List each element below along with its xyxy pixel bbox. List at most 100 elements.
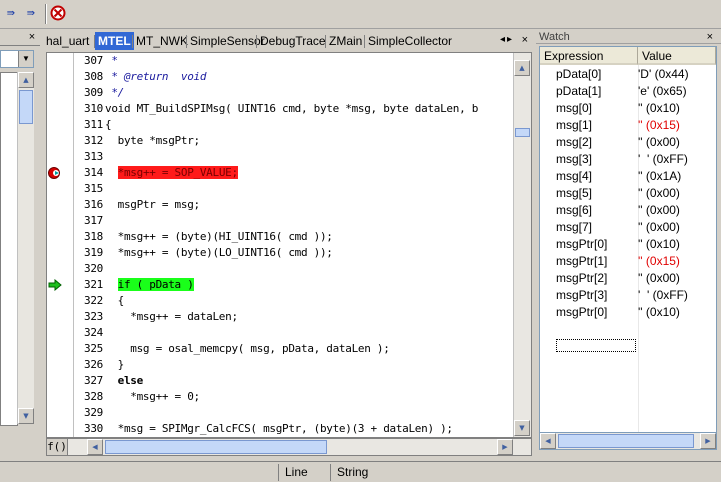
code-line[interactable]: 317	[73, 213, 105, 229]
watch-row[interactable]: msgPtr[2] '' (0x00)	[540, 270, 716, 287]
tab-mtel[interactable]: MTEL	[95, 32, 134, 50]
workspace-config-select[interactable]: ▼	[0, 50, 34, 68]
watch-expression[interactable]: msg[0]	[556, 101, 592, 115]
code-line[interactable]: 318 *msg++ = (byte)(HI_UINT16( cmd ));	[73, 229, 333, 245]
watch-expression[interactable]: msgPtr[0]	[556, 305, 607, 319]
watch-row[interactable]: msg[2] '' (0x00)	[540, 134, 716, 151]
code-line[interactable]: 330 *msg = SPIMgr_CalcFCS( msgPtr, (byte…	[73, 421, 453, 437]
editor-vertical-scrollbar[interactable]: ▲ ▼	[513, 53, 531, 437]
watch-expression[interactable]: msg[7]	[556, 220, 592, 234]
watch-expression[interactable]: pData[0]	[556, 67, 601, 81]
scroll-up-icon[interactable]: ▲	[18, 72, 34, 88]
code-line[interactable]: 324	[73, 325, 105, 341]
code-line[interactable]: 310 void MT_BuildSPIMsg( UINT16 cmd, byte…	[73, 101, 478, 117]
scroll-right-icon[interactable]: ▶	[497, 439, 513, 455]
code-line[interactable]: 320	[73, 261, 105, 277]
watch-row[interactable]: msgPtr[3] ' ' (0xFF)	[540, 287, 716, 304]
line-number: 317	[84, 214, 103, 227]
scroll-left-icon[interactable]: ◀	[540, 433, 556, 449]
watch-expression[interactable]: msg[6]	[556, 203, 592, 217]
run-to-cursor-icon[interactable]: ⇛	[20, 5, 40, 23]
workspace-tree[interactable]	[0, 72, 18, 426]
code-line[interactable]: 327 else	[73, 373, 143, 389]
scroll-thumb[interactable]	[19, 90, 33, 124]
scroll-left-icon[interactable]: ◀	[87, 439, 103, 455]
code-editor[interactable]: 307 * 308 * @return void 309 */310 void MT_…	[46, 52, 532, 438]
watch-expression[interactable]: pData[1]	[556, 84, 601, 98]
watch-expression[interactable]: msg[3]	[556, 152, 592, 166]
code-line[interactable]: 329	[73, 405, 105, 421]
code-line[interactable]: 311{	[73, 117, 112, 133]
code-line[interactable]: 309 */	[73, 85, 124, 101]
watch-grid[interactable]: Expression Value pData[0] 'D' (0x44) pData…	[539, 46, 717, 450]
tab-mt-nwk[interactable]: MT_NWK	[133, 33, 191, 49]
watch-expression[interactable]: msg[2]	[556, 135, 592, 149]
status-bar: Line String	[0, 461, 721, 482]
watch-row[interactable]: msgPtr[0] '' (0x10)	[540, 304, 716, 321]
code-line[interactable]: 314 *msg++ = SOP_VALUE;	[73, 165, 238, 181]
watch-column-expression[interactable]: Expression	[540, 47, 638, 65]
watch-row[interactable]: msg[7] '' (0x00)	[540, 219, 716, 236]
tab-scroll-arrows-icon[interactable]: ◂▸	[500, 34, 514, 45]
watch-expression[interactable]: msgPtr[0]	[556, 237, 607, 251]
watch-row[interactable]: msgPtr[0] '' (0x10)	[540, 236, 716, 253]
chevron-down-icon[interactable]: ▼	[18, 51, 33, 67]
editor-horizontal-scrollbar[interactable]: f() ◀ ▶	[46, 438, 532, 456]
scroll-right-icon[interactable]: ▶	[700, 433, 716, 449]
watch-row[interactable]: msg[1] '' (0x15)	[540, 117, 716, 134]
code-line[interactable]: 323 *msg++ = dataLen;	[73, 309, 238, 325]
code-text: }	[105, 358, 125, 371]
scroll-up-icon[interactable]: ▲	[514, 60, 530, 76]
scroll-thumb[interactable]	[558, 434, 694, 448]
code-line[interactable]: 328 *msg++ = 0;	[73, 389, 200, 405]
code-line[interactable]: 321 if ( pData )	[73, 277, 194, 293]
watch-row[interactable]: msgPtr[1] '' (0x15)	[540, 253, 716, 270]
tab-simplecollector[interactable]: SimpleCollector	[365, 33, 455, 49]
code-line[interactable]: 312 byte *msgPtr;	[73, 133, 200, 149]
watch-expression[interactable]: msg[1]	[556, 118, 592, 132]
watch-row[interactable]: msg[4] '' (0x1A)	[540, 168, 716, 185]
close-tab-icon[interactable]: ×	[522, 34, 528, 46]
function-list-button[interactable]: f()	[47, 439, 68, 455]
watch-expression[interactable]: msgPtr[3]	[556, 288, 607, 302]
watch-value: 'e' (0x65)	[638, 84, 687, 98]
tab-debugtrace[interactable]: DebugTrace	[257, 33, 329, 49]
watch-row[interactable]: pData[0] 'D' (0x44)	[540, 66, 716, 83]
tab-zmain[interactable]: ZMain	[326, 33, 365, 49]
tab-hal-uart[interactable]: hal_uart	[43, 33, 92, 49]
watch-row[interactable]: msg[5] '' (0x00)	[540, 185, 716, 202]
watch-row[interactable]: msg[3] ' ' (0xFF)	[540, 151, 716, 168]
editor-gutter[interactable]	[47, 53, 74, 437]
step-over-icon[interactable]: ⇛	[0, 5, 20, 23]
watch-expression[interactable]: msg[4]	[556, 169, 592, 183]
code-line[interactable]: 308 * @return void	[73, 69, 206, 85]
code-line[interactable]: 313	[73, 149, 105, 165]
code-line[interactable]: 322 {	[73, 293, 124, 309]
watch-expression[interactable]: msgPtr[1]	[556, 254, 607, 268]
code-line[interactable]: 319 *msg++ = (byte)(LO_UINT16( cmd ));	[73, 245, 333, 261]
watch-column-value[interactable]: Value	[638, 47, 716, 65]
code-line[interactable]: 315	[73, 181, 105, 197]
scroll-thumb[interactable]	[105, 440, 327, 454]
code-line[interactable]: 316 msgPtr = msg;	[73, 197, 200, 213]
scroll-down-icon[interactable]: ▼	[514, 420, 530, 436]
watch-horizontal-scrollbar[interactable]: ◀ ▶	[539, 432, 717, 450]
watch-row[interactable]: msg[0] '' (0x10)	[540, 100, 716, 117]
code-line[interactable]: 325 msg = osal_memcpy( msg, pData, dataL…	[73, 341, 390, 357]
workspace-close-icon[interactable]: ×	[26, 31, 38, 43]
workspace-vertical-scrollbar[interactable]: ▲ ▼	[17, 72, 34, 424]
watch-row[interactable]: msg[6] '' (0x00)	[540, 202, 716, 219]
code-text: byte *msgPtr;	[105, 134, 201, 147]
code-line[interactable]: 326 }	[73, 357, 124, 373]
scroll-thumb[interactable]	[515, 128, 530, 137]
watch-row[interactable]: pData[1] 'e' (0x65)	[540, 83, 716, 100]
watch-value: '' (0x15)	[638, 118, 680, 132]
breakpoint-icon[interactable]	[47, 166, 61, 180]
scroll-down-icon[interactable]: ▼	[18, 408, 34, 424]
stop-debug-icon[interactable]	[50, 5, 66, 21]
watch-close-icon[interactable]: ×	[707, 31, 713, 43]
watch-expression[interactable]: msgPtr[2]	[556, 271, 607, 285]
code-line[interactable]: 307 *	[73, 53, 118, 69]
watch-expression[interactable]: msg[5]	[556, 186, 592, 200]
watch-new-entry[interactable]	[556, 339, 636, 352]
